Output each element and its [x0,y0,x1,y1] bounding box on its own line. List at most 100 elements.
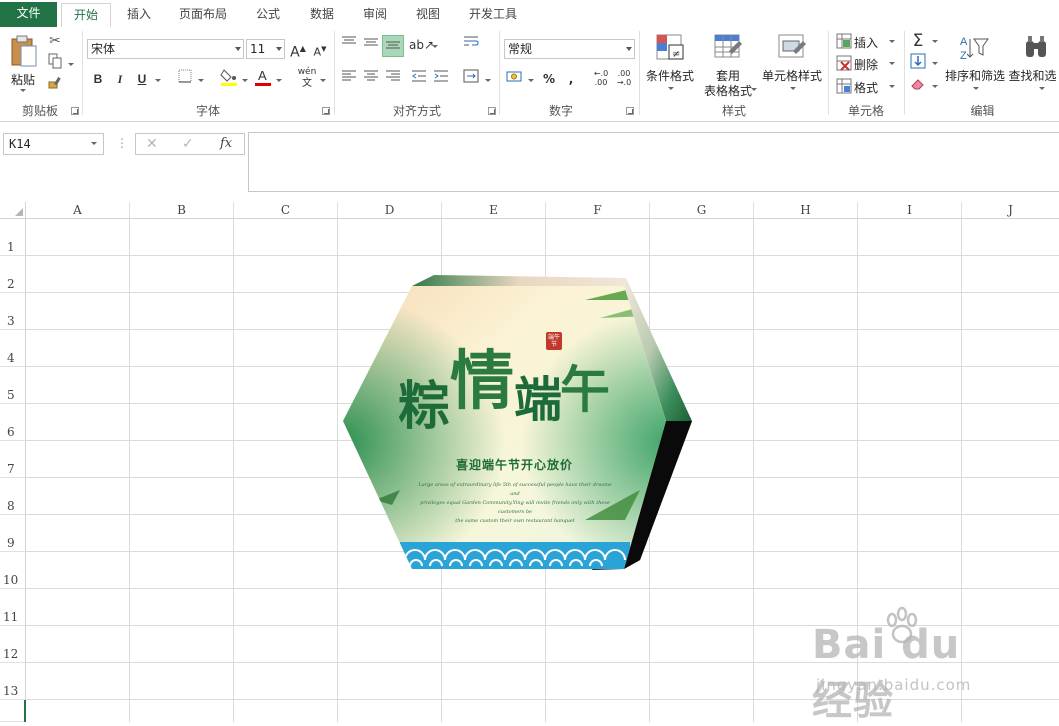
column-header-i[interactable]: I [858,202,962,219]
tab-review[interactable]: 审阅 [352,3,398,27]
accounting-format-button[interactable] [505,69,525,89]
fill-color-button[interactable] [219,67,239,87]
format-cells-button[interactable]: 格式 [834,76,898,96]
percent-style-button[interactable]: % [539,69,559,89]
align-left-button[interactable] [339,69,359,89]
borders-dropdown-arrow[interactable] [198,79,204,82]
merge-center-button[interactable] [461,69,481,89]
paste-button[interactable]: 粘贴 [6,33,40,95]
row-header-9[interactable]: 9 [0,515,26,552]
clipboard-launcher[interactable] [71,107,79,115]
name-box[interactable]: K14 [3,133,104,155]
autosum-button[interactable]: Σ [908,31,928,51]
row-header-12[interactable]: 12 [0,626,26,663]
font-launcher[interactable] [322,107,330,115]
row-header-10[interactable]: 10 [0,552,26,589]
number-format-combo[interactable]: 常规 [504,39,635,59]
borders-button[interactable] [175,69,195,89]
decrease-decimal-button[interactable]: .00 →.0 [614,69,634,89]
align-top-button[interactable] [339,35,359,55]
alignment-launcher[interactable] [488,107,496,115]
font-name-value: 宋体 [91,42,116,56]
decrease-indent-button[interactable] [409,69,429,89]
grow-font-button[interactable]: A▲ [288,39,308,61]
insert-cells-button[interactable]: 插入 [834,31,898,51]
font-name-combo[interactable]: 宋体 [87,39,244,59]
row-header-11[interactable]: 11 [0,589,26,626]
number-launcher[interactable] [626,107,634,115]
align-center-button[interactable] [361,69,381,89]
fill-button[interactable] [908,53,928,73]
cell-styles-button[interactable]: 单元格样式 [759,31,825,99]
cut-button[interactable]: ✂ [45,31,65,51]
column-header-f[interactable]: F [546,202,650,219]
font-color-button[interactable]: A [253,67,273,87]
align-middle-button[interactable] [361,35,381,55]
increase-indent-button[interactable] [431,69,451,89]
row-header-8[interactable]: 8 [0,478,26,515]
conditional-format-button[interactable]: ≠ 条件格式 [643,31,697,99]
tab-home[interactable]: 开始 [61,3,111,28]
column-header-j[interactable]: J [962,202,1059,219]
comma-style-button[interactable]: , [561,69,581,89]
row-header-2[interactable]: 2 [0,256,26,293]
italic-button[interactable]: I [110,69,130,89]
tab-data[interactable]: 数据 [299,3,345,27]
tab-file[interactable]: 文件 [0,2,57,27]
sort-filter-button[interactable]: A Z 排序和筛选 [944,31,1006,99]
format-as-table-button[interactable]: 套用 表格格式 [697,31,759,99]
column-header-g[interactable]: G [650,202,754,219]
row-header-4[interactable]: 4 [0,330,26,367]
tab-page-layout[interactable]: 页面布局 [170,3,236,27]
confirm-entry-button[interactable]: ✓ [182,136,194,152]
column-header-h[interactable]: H [754,202,858,219]
row-header-14[interactable] [0,700,26,722]
merge-dropdown-arrow[interactable] [485,79,491,82]
row-header-7[interactable]: 7 [0,441,26,478]
copy-button[interactable] [45,53,65,73]
align-right-button[interactable] [383,69,403,89]
font-size-combo[interactable]: 11 [246,39,285,59]
fill-color-dropdown-arrow[interactable] [242,79,248,82]
row-header-3[interactable]: 3 [0,293,26,330]
cancel-entry-button[interactable]: ✕ [146,136,158,152]
formula-input[interactable] [248,132,1059,192]
phonetic-dropdown-arrow[interactable] [320,79,326,82]
row-header-1[interactable]: 1 [0,219,26,256]
increase-decimal-button[interactable]: ←.0 .00 [591,69,611,89]
copy-dropdown-arrow[interactable] [68,63,74,66]
row-header-6[interactable]: 6 [0,404,26,441]
accounting-dropdown-arrow[interactable] [528,79,534,82]
insert-function-button[interactable]: fx [220,136,232,151]
font-color-dropdown-arrow[interactable] [276,79,282,82]
formula-bar-grip-icon[interactable]: ⋮ [116,136,128,150]
column-header-d[interactable]: D [338,202,442,219]
column-header-e[interactable]: E [442,202,546,219]
autosum-dropdown-arrow[interactable] [932,40,938,43]
phonetic-button[interactable]: wén 文 [297,67,317,89]
select-all-button[interactable] [0,202,26,219]
format-painter-button[interactable] [45,75,65,95]
align-bottom-button[interactable] [382,35,404,57]
clear-dropdown-arrow[interactable] [932,85,938,88]
fill-dropdown-arrow[interactable] [932,62,938,65]
column-header-a[interactable]: A [26,202,130,219]
tab-insert[interactable]: 插入 [116,3,162,27]
row-header-13[interactable]: 13 [0,663,26,700]
row-header-5[interactable]: 5 [0,367,26,404]
shrink-font-button[interactable]: A▼ [310,39,330,59]
wrap-text-button[interactable] [461,35,481,55]
find-select-button[interactable]: 查找和选 [1006,31,1059,99]
tab-formulas[interactable]: 公式 [246,3,290,27]
delete-cells-button[interactable]: 删除 [834,53,898,73]
underline-button[interactable]: U [132,69,152,89]
underline-dropdown-arrow[interactable] [155,79,161,82]
orientation-dropdown-arrow[interactable] [432,45,438,48]
bold-button[interactable]: B [88,69,108,89]
clear-button[interactable] [908,75,928,95]
tab-view[interactable]: 视图 [405,3,451,27]
orientation-button[interactable]: ab↗ [409,35,434,55]
column-header-c[interactable]: C [234,202,338,219]
tab-developer[interactable]: 开发工具 [460,3,526,27]
column-header-b[interactable]: B [130,202,234,219]
